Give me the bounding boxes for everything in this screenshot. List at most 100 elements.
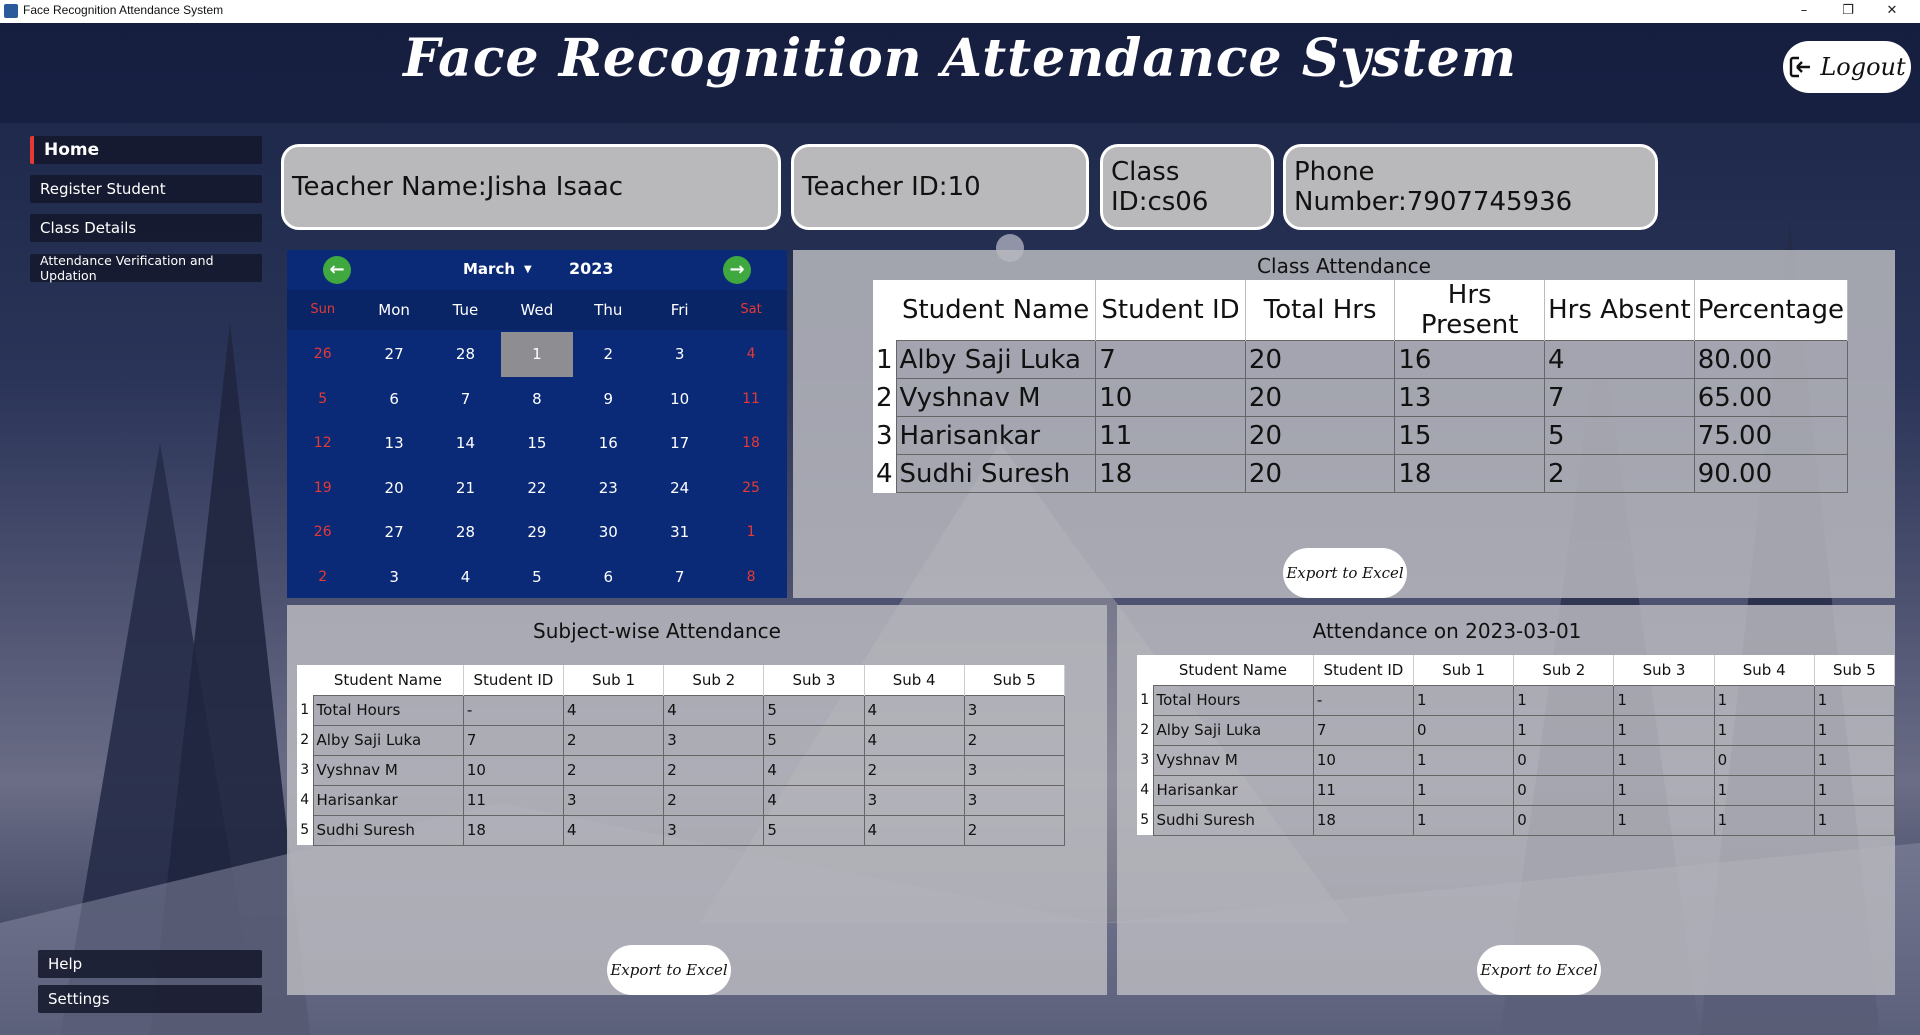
- table-row[interactable]: 1 Alby Saji Luka 7 20 16 4 80.00: [873, 340, 1849, 379]
- table-cell[interactable]: 1: [1413, 774, 1515, 806]
- table-row[interactable]: 1 Total Hours -4 4 5 4 3: [297, 694, 1066, 726]
- table-cell[interactable]: 1: [1813, 804, 1896, 836]
- next-month-arrow-icon[interactable]: →: [723, 256, 751, 284]
- calendar-day[interactable]: 5: [287, 377, 358, 422]
- table-cell[interactable]: 4: [863, 694, 965, 726]
- table-cell[interactable]: 7: [1544, 378, 1695, 417]
- calendar-day[interactable]: 16: [573, 421, 644, 466]
- table-cell[interactable]: 2: [562, 724, 665, 756]
- sidebar-item-settings[interactable]: Settings: [38, 985, 262, 1013]
- table-row[interactable]: 2 Alby Saji Luka 7 0 1 1 1 1: [1137, 714, 1896, 746]
- column-header[interactable]: Student ID: [1095, 280, 1246, 341]
- table-row[interactable]: 4 Harisankar 11 1 0 1 1 1: [1137, 774, 1896, 806]
- table-cell[interactable]: 1: [1813, 714, 1896, 746]
- table-cell[interactable]: 1: [1613, 714, 1715, 746]
- calendar-day[interactable]: 27: [358, 510, 429, 555]
- table-cell[interactable]: Harisankar: [312, 784, 464, 816]
- table-cell[interactable]: Sudhi Suresh: [1152, 804, 1314, 836]
- table-cell[interactable]: Sudhi Suresh: [312, 814, 464, 846]
- table-cell[interactable]: 4: [663, 694, 765, 726]
- table-cell[interactable]: 2: [663, 784, 765, 816]
- calendar-day[interactable]: 15: [501, 421, 572, 466]
- calendar-day[interactable]: 5: [501, 555, 572, 600]
- table-cell[interactable]: 1: [1613, 684, 1715, 716]
- prev-month-arrow-icon[interactable]: ←: [323, 256, 351, 284]
- close-button[interactable]: ✕: [1872, 2, 1912, 20]
- table-cell[interactable]: -: [1312, 684, 1415, 716]
- table-cell[interactable]: 0: [1513, 744, 1615, 776]
- sidebar-item-home[interactable]: Home: [30, 136, 262, 164]
- table-cell[interactable]: Alby Saji Luka: [1152, 714, 1314, 746]
- table-cell[interactable]: 1: [1613, 804, 1715, 836]
- table-cell[interactable]: 10: [1312, 744, 1415, 776]
- calendar-day[interactable]: 2: [287, 555, 358, 600]
- sidebar-item-help[interactable]: Help: [38, 950, 262, 978]
- calendar-day[interactable]: 18: [715, 421, 786, 466]
- table-cell[interactable]: 2: [663, 754, 765, 786]
- calendar-day[interactable]: 11: [715, 377, 786, 422]
- table-cell[interactable]: Sudhi Suresh: [895, 454, 1097, 493]
- table-cell[interactable]: 15: [1394, 416, 1546, 455]
- column-header[interactable]: Sub 3: [763, 665, 865, 695]
- table-cell[interactable]: 11: [462, 784, 565, 816]
- table-cell[interactable]: 20: [1244, 340, 1396, 379]
- calendar-day[interactable]: 6: [358, 377, 429, 422]
- calendar-day[interactable]: 29: [501, 510, 572, 555]
- table-cell[interactable]: 1: [1813, 684, 1896, 716]
- table-row[interactable]: 3 Harisankar 11 20 15 5 75.00: [873, 416, 1849, 455]
- column-header[interactable]: Sub 5: [964, 665, 1066, 695]
- table-cell[interactable]: 3: [562, 784, 665, 816]
- table-cell[interactable]: 11: [1312, 774, 1415, 806]
- column-header[interactable]: Student ID: [1313, 655, 1415, 685]
- table-cell[interactable]: 0: [1513, 804, 1615, 836]
- calendar-day[interactable]: 7: [644, 555, 715, 600]
- table-cell[interactable]: 18: [1095, 454, 1246, 493]
- date-export-excel-button[interactable]: Export to Excel: [1477, 945, 1601, 995]
- calendar-day[interactable]: 8: [715, 555, 786, 600]
- table-row[interactable]: 2 Vyshnav M 10 20 13 7 65.00: [873, 378, 1849, 417]
- table-cell[interactable]: Vyshnav M: [895, 378, 1097, 417]
- calendar-day[interactable]: 28: [430, 510, 501, 555]
- column-header[interactable]: Sub 2: [663, 665, 765, 695]
- table-cell[interactable]: 11: [1095, 416, 1246, 455]
- table-cell[interactable]: 2: [1544, 454, 1695, 493]
- table-cell[interactable]: 1: [1713, 774, 1815, 806]
- table-row[interactable]: 3 Vyshnav M 10 2 2 4 2 3: [297, 754, 1066, 786]
- sidebar-item-register-student[interactable]: Register Student: [30, 175, 262, 203]
- table-cell[interactable]: 4: [562, 814, 665, 846]
- table-cell[interactable]: 4: [863, 814, 965, 846]
- table-cell[interactable]: 4: [763, 784, 865, 816]
- column-header[interactable]: Sub 3: [1613, 655, 1715, 685]
- table-cell[interactable]: 2: [863, 754, 965, 786]
- column-header[interactable]: Student ID: [463, 665, 565, 695]
- table-cell[interactable]: 4: [1544, 340, 1695, 379]
- column-header[interactable]: Sub 4: [1714, 655, 1815, 685]
- table-cell[interactable]: 0: [1513, 774, 1615, 806]
- table-cell[interactable]: 2: [562, 754, 665, 786]
- column-header[interactable]: Sub 4: [864, 665, 965, 695]
- table-cell[interactable]: 13: [1394, 378, 1546, 417]
- table-cell[interactable]: 80.00: [1693, 340, 1849, 379]
- table-row[interactable]: 4 Sudhi Suresh 18 20 18 2 90.00: [873, 454, 1849, 493]
- table-cell[interactable]: 1: [1413, 804, 1515, 836]
- table-cell[interactable]: 2: [963, 724, 1066, 756]
- table-cell[interactable]: 1: [1713, 714, 1815, 746]
- calendar-day[interactable]: 26: [287, 332, 358, 377]
- minimize-button[interactable]: –: [1784, 2, 1824, 20]
- calendar-day[interactable]: 30: [573, 510, 644, 555]
- table-cell[interactable]: 4: [562, 694, 665, 726]
- calendar-month[interactable]: March: [463, 260, 515, 278]
- chevron-down-icon[interactable]: ▼: [524, 264, 532, 275]
- table-cell[interactable]: 3: [663, 814, 765, 846]
- calendar-day[interactable]: 1: [715, 510, 786, 555]
- calendar-day[interactable]: 28: [430, 332, 501, 377]
- column-header[interactable]: Hrs Absent: [1544, 280, 1695, 341]
- table-cell[interactable]: 18: [1394, 454, 1546, 493]
- sidebar-item-attendance-verification[interactable]: Attendance Verification and Updation: [30, 253, 262, 283]
- calendar-day[interactable]: 6: [573, 555, 644, 600]
- table-cell[interactable]: 90.00: [1693, 454, 1849, 493]
- table-cell[interactable]: 65.00: [1693, 378, 1849, 417]
- table-cell[interactable]: Total Hours: [1152, 684, 1314, 716]
- table-cell[interactable]: 7: [1312, 714, 1415, 746]
- table-cell[interactable]: Alby Saji Luka: [895, 340, 1097, 379]
